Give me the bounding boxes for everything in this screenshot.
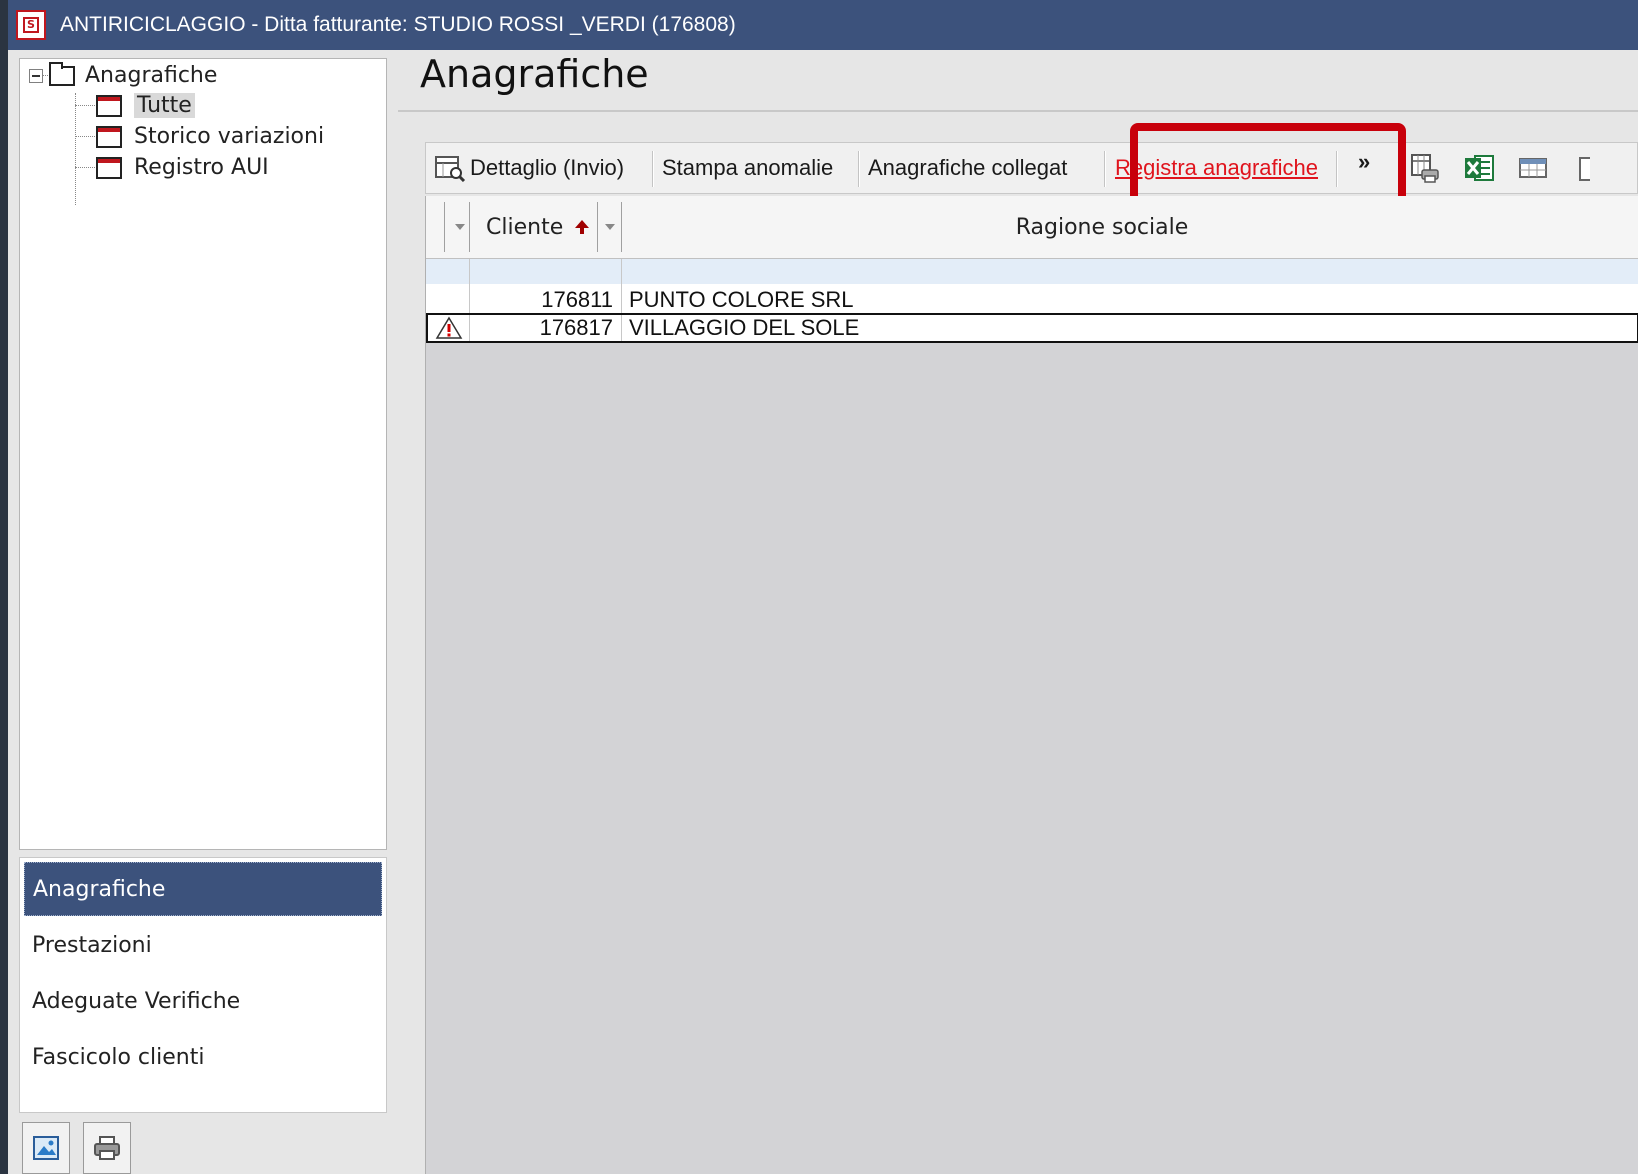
column-divider: [444, 202, 445, 252]
table-row[interactable]: 176817 VILLAGGIO DEL SOLE: [426, 313, 1638, 343]
print-button[interactable]: [83, 1122, 131, 1174]
tree-label: Tutte: [134, 93, 195, 118]
cliente-filter-dropdown[interactable]: [602, 196, 618, 258]
table-row[interactable]: 176811 PUNTO COLORE SRL: [426, 284, 1638, 316]
title-bar: S ANTIRICICLAGGIO - Ditta fatturante: ST…: [8, 0, 1638, 50]
dettaglio-label: Dettaglio (Invio): [470, 155, 625, 180]
excel-icon: [1465, 155, 1494, 181]
tree-connector: [75, 93, 76, 205]
grid-header: Cliente Ragione sociale: [426, 196, 1638, 259]
page-title: Anagrafiche: [420, 52, 649, 96]
cell-ragione-sociale: PUNTO COLORE SRL: [629, 286, 854, 312]
toolbar-overflow-button[interactable]: [1570, 151, 1590, 185]
cell-ragione-sociale: VILLAGGIO DEL SOLE: [629, 315, 860, 340]
warning-icon: [435, 316, 463, 339]
column-label: Cliente: [486, 214, 564, 240]
tree-node-tutte[interactable]: Tutte: [96, 93, 195, 118]
tree-label: Anagrafiche: [85, 63, 218, 88]
divider: [398, 110, 1638, 112]
partial-icon: [1579, 157, 1590, 181]
image-button[interactable]: [22, 1122, 70, 1174]
cell-cliente: 176817: [539, 315, 613, 340]
column-divider: [597, 202, 598, 252]
warning-cell: [432, 315, 466, 341]
print-preview-button[interactable]: [1408, 151, 1442, 185]
row-selector-dropdown[interactable]: [452, 196, 468, 258]
column-header-cliente[interactable]: Cliente: [486, 196, 591, 258]
toolbar: Dettaglio (Invio) Stampa anomalie Anagra…: [425, 142, 1638, 194]
data-grid: Cliente Ragione sociale 176811 PUNTO COL…: [425, 196, 1638, 1174]
folder-icon: [49, 61, 75, 86]
table-icon: [1519, 158, 1547, 178]
table-view-button[interactable]: [1516, 151, 1550, 185]
list-view-icon: [96, 94, 122, 117]
chevron-down-icon: [455, 224, 465, 230]
toolbar-separator: [858, 151, 860, 187]
window-title: ANTIRICICLAGGIO - Ditta fatturante: STUD…: [60, 13, 736, 36]
detail-view-icon: [435, 156, 466, 182]
tree-panel: Anagrafiche Tutte Storico variazioni Reg…: [19, 58, 387, 850]
list-view-icon: [96, 156, 122, 179]
stampa-anomalie-button[interactable]: Stampa anomalie: [662, 143, 833, 193]
collapse-icon[interactable]: [29, 68, 43, 83]
sort-ascending-icon: [575, 220, 590, 234]
tree-node-storico-variazioni[interactable]: Storico variazioni: [96, 124, 324, 149]
list-view-icon: [96, 125, 122, 148]
column-divider: [621, 315, 622, 341]
image-icon: [33, 1136, 59, 1160]
column-divider: [621, 284, 622, 315]
more-button[interactable]: »: [1358, 137, 1370, 187]
cell-cliente: 176811: [541, 286, 613, 312]
toolbar-separator: [652, 151, 654, 187]
toolbar-separator: [1104, 151, 1106, 187]
tree-node-registro-aui[interactable]: Registro AUI: [96, 155, 269, 180]
tree-connector: [75, 167, 95, 168]
nav-panel: Anagrafiche Prestazioni Adeguate Verific…: [19, 857, 387, 1113]
print-preview-icon: [1411, 154, 1439, 183]
tree-connector: [75, 105, 95, 106]
tree-label: Registro AUI: [134, 155, 269, 180]
dettaglio-button[interactable]: Dettaglio (Invio): [434, 143, 624, 193]
printer-icon: [94, 1136, 120, 1160]
column-header-ragione-sociale[interactable]: Ragione sociale: [622, 196, 1582, 258]
nav-item-fascicolo-clienti[interactable]: Fascicolo clienti: [24, 1030, 382, 1084]
chevron-down-icon: [605, 224, 615, 230]
app-icon: S: [16, 10, 46, 40]
registra-anagrafiche-button[interactable]: Registra anagrafiche: [1115, 143, 1318, 193]
nav-item-adeguate-verifiche[interactable]: Adeguate Verifiche: [24, 974, 382, 1028]
nav-item-anagrafiche[interactable]: Anagrafiche: [24, 862, 382, 916]
tree-label: Storico variazioni: [134, 124, 325, 149]
anagrafiche-collegate-button[interactable]: Anagrafiche collegat: [868, 143, 1078, 193]
excel-export-button[interactable]: [1462, 151, 1496, 185]
nav-item-prestazioni[interactable]: Prestazioni: [24, 918, 382, 972]
column-divider: [469, 202, 470, 252]
app-window: S ANTIRICICLAGGIO - Ditta fatturante: ST…: [8, 0, 1638, 1174]
tree-node-anagrafiche[interactable]: Anagrafiche: [29, 61, 218, 88]
tree-connector: [75, 136, 95, 137]
toolbar-separator: [1336, 151, 1338, 187]
